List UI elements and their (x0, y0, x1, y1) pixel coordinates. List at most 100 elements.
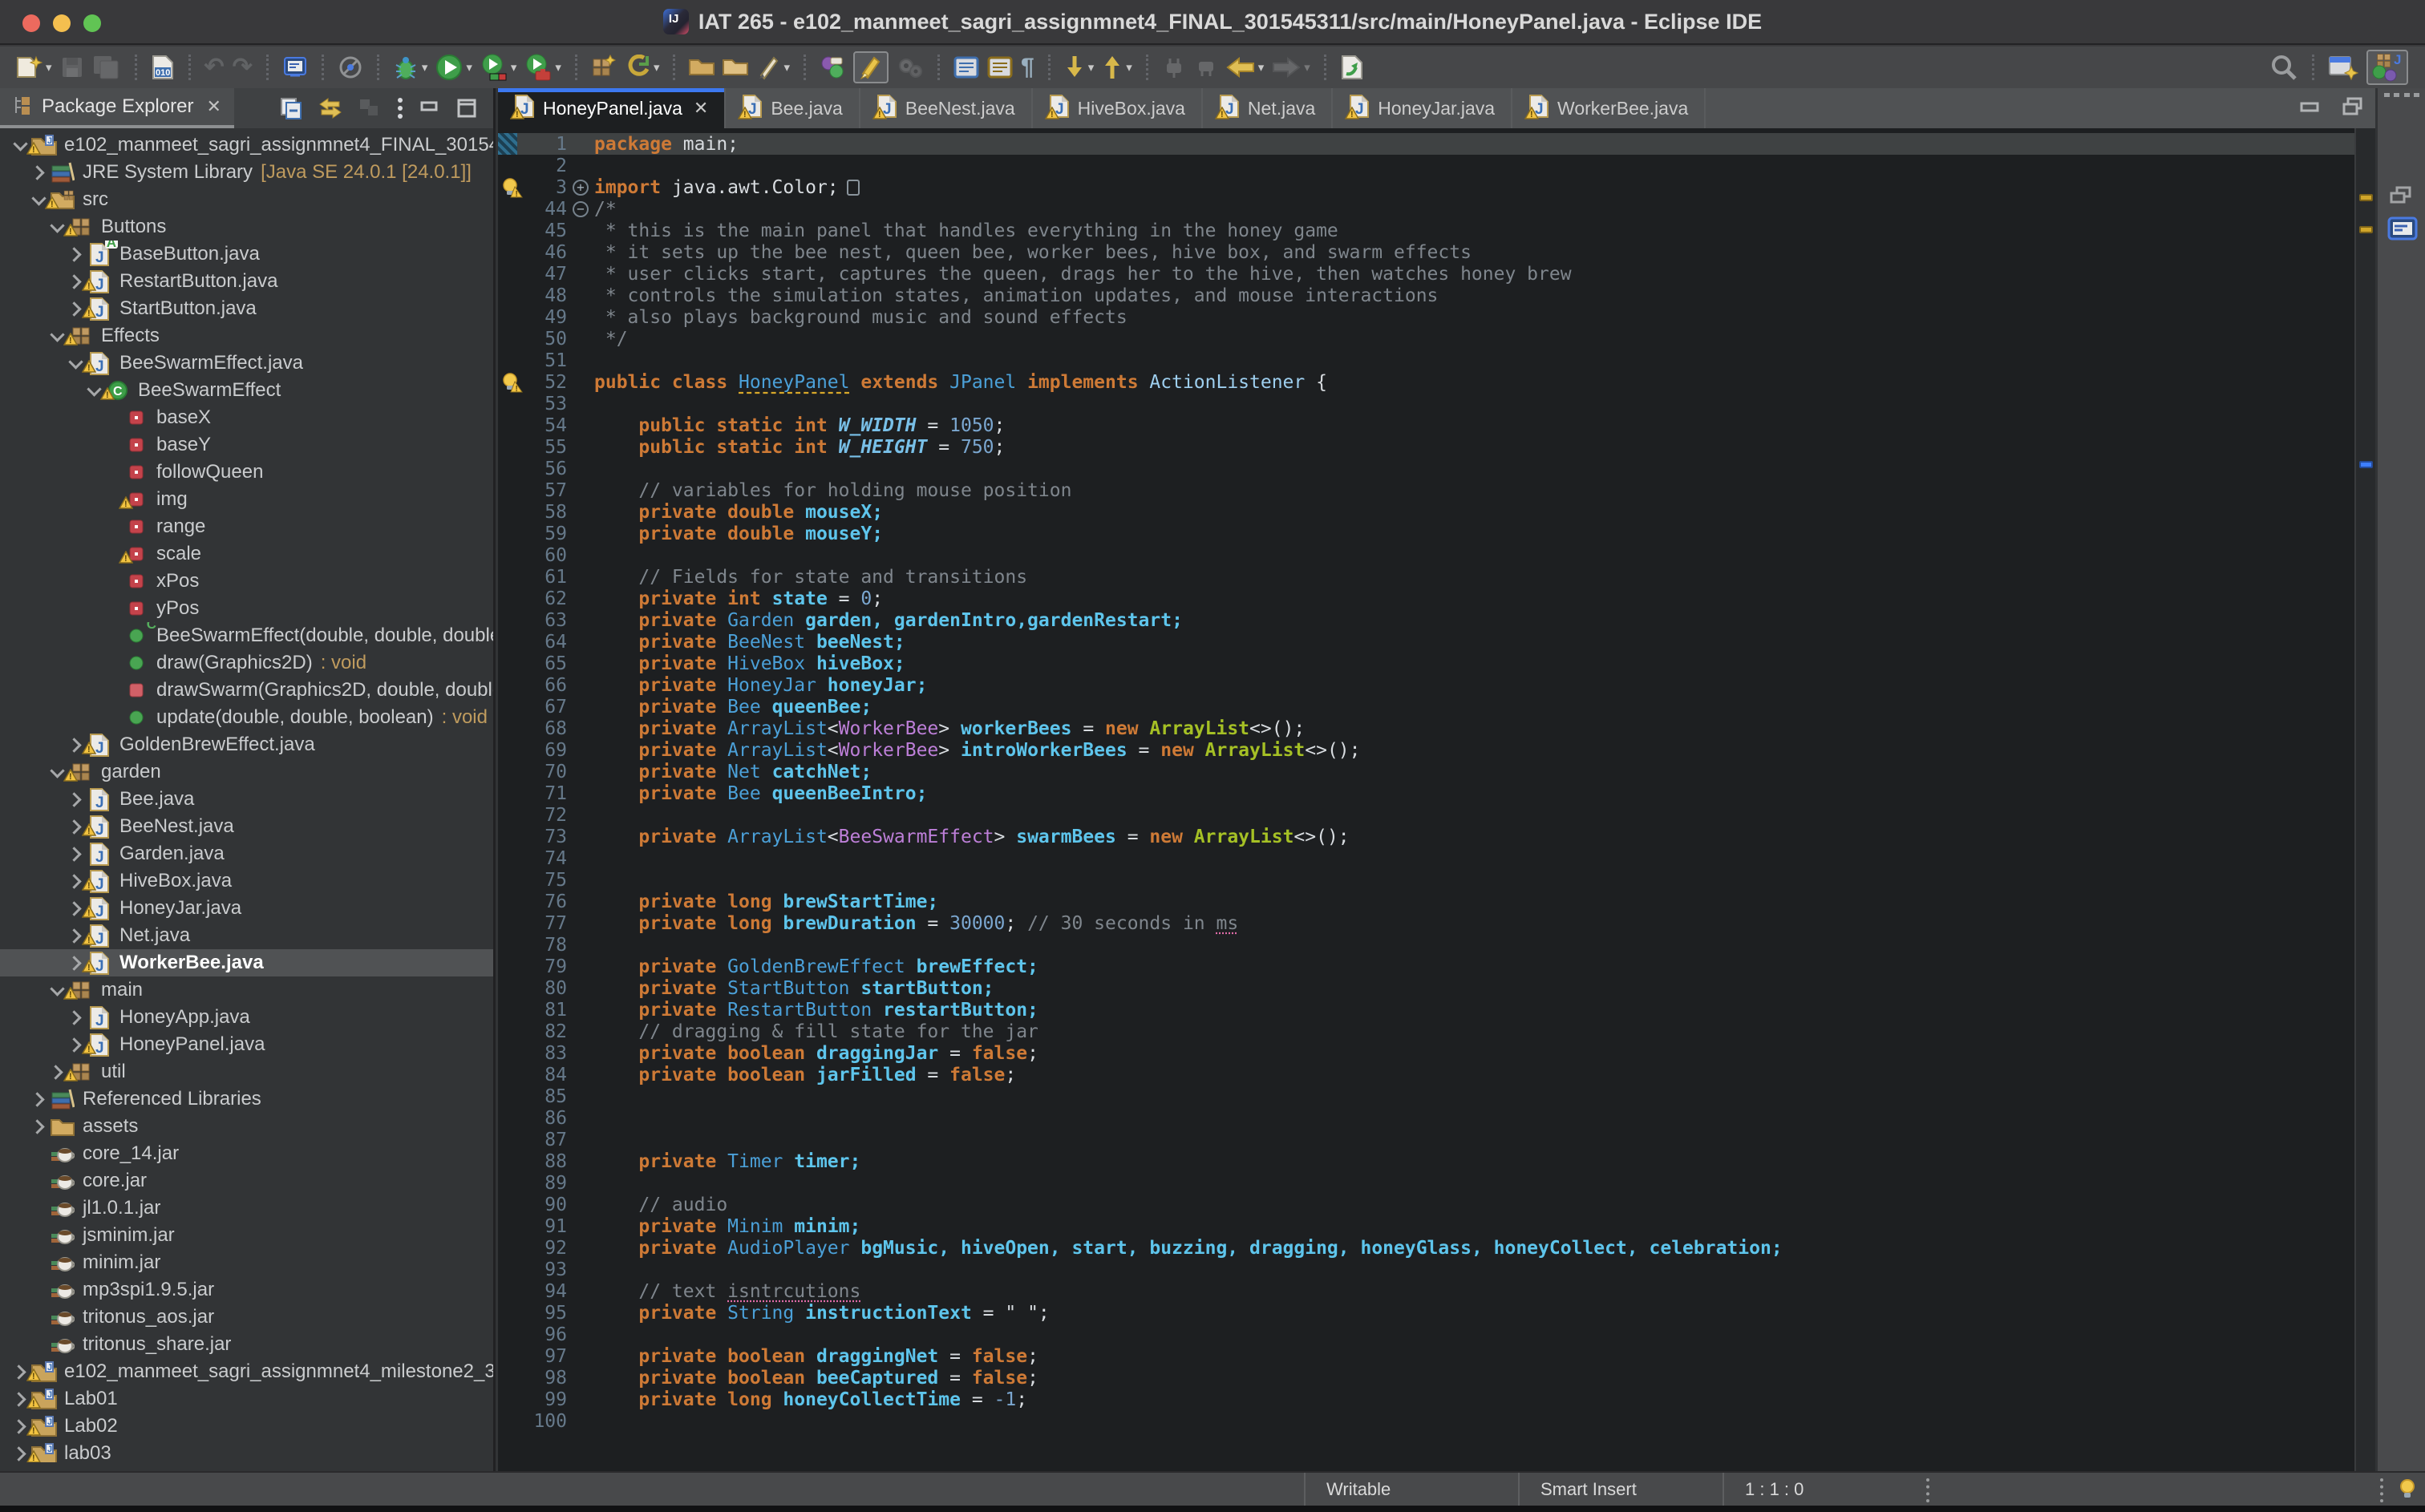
prev-annotation-icon[interactable]: ▾ (1102, 55, 1132, 80)
tree-item-basey[interactable]: baseY (0, 431, 493, 459)
folded-region-icon[interactable] (847, 180, 860, 196)
code-line-70[interactable]: 70 private Net catchNet; (498, 761, 2354, 782)
tree-item-net-java[interactable]: J!Net.java (0, 922, 493, 949)
restore-views-icon[interactable] (2387, 184, 2415, 212)
link-editor-icon[interactable] (317, 95, 344, 121)
overview-marker[interactable] (2359, 194, 2373, 201)
new-wizard-icon[interactable]: ▾ (15, 55, 52, 80)
binary-literals-icon[interactable]: 010 (151, 55, 175, 80)
editor-tab-honeyjar-java[interactable]: J!HoneyJar.java (1333, 88, 1512, 128)
code-line-96[interactable]: 96 (498, 1324, 2354, 1345)
traffic-zoom-button[interactable] (83, 14, 101, 32)
overview-marker[interactable] (2359, 226, 2373, 233)
quickfix-warning-icon[interactable]: ! (498, 371, 527, 393)
tree-item-tritonus-share-jar[interactable]: tritonus_share.jar (0, 1331, 493, 1358)
snippet-icon[interactable] (820, 55, 845, 80)
overview-marker[interactable] (2359, 461, 2373, 468)
open-type-icon[interactable] (689, 56, 715, 79)
tab-package-explorer[interactable]: Package Explorer ✕ (0, 88, 234, 128)
open-resource-icon[interactable] (723, 56, 748, 79)
java-perspective-icon[interactable]: J (2366, 50, 2408, 85)
minimize-icon[interactable] (418, 99, 442, 118)
new-package-icon[interactable] (591, 55, 617, 80)
tree-item-lab03[interactable]: J!lab03 (0, 1440, 493, 1462)
tree-item-main[interactable]: !main (0, 976, 493, 1004)
code-line-49[interactable]: 49 * also plays background music and sou… (498, 306, 2354, 328)
code-line-76[interactable]: 76 private long brewStartTime; (498, 891, 2354, 912)
code-line-50[interactable]: 50 */ (498, 328, 2354, 350)
code-line-62[interactable]: 62 private int state = 0; (498, 588, 2354, 609)
tree-item-effects[interactable]: !Effects (0, 322, 493, 350)
code-line-44[interactable]: 44−/* (498, 198, 2354, 220)
tree-item-beenest-java[interactable]: J!BeeNest.java (0, 813, 493, 840)
maximize-editor-icon[interactable] (2342, 97, 2364, 120)
tree-item-buttons[interactable]: !Buttons (0, 213, 493, 241)
code-line-48[interactable]: 48 * controls the simulation states, ani… (498, 285, 2354, 306)
tree-item-jsminim-jar[interactable]: jsminim.jar (0, 1222, 493, 1249)
code-line-47[interactable]: 47 * user clicks start, captures the que… (498, 263, 2354, 285)
code-line-81[interactable]: 81 private RestartButton restartButton; (498, 999, 2354, 1021)
tree-item-lab01[interactable]: J!Lab01 (0, 1385, 493, 1413)
code-line-65[interactable]: 65 private HiveBox hiveBox; (498, 653, 2354, 674)
code-line-51[interactable]: 51 (498, 350, 2354, 371)
code-line-67[interactable]: 67 private Bee queenBee; (498, 696, 2354, 718)
open-console-icon[interactable] (282, 55, 308, 79)
code-line-94[interactable]: 94 // text isntrcutions (498, 1280, 2354, 1302)
tree-item-basex[interactable]: baseX (0, 404, 493, 431)
tree-item-minim-jar[interactable]: minim.jar (0, 1249, 493, 1276)
code-line-61[interactable]: 61 // Fields for state and transitions (498, 566, 2354, 588)
code-line-59[interactable]: 59 private double mouseY; (498, 523, 2354, 544)
tree-item-draw-graphics2d-[interactable]: draw(Graphics2D): void (0, 649, 493, 677)
tree-item-jre-system-library[interactable]: JRE System Library[Java SE 24.0.1 [24.0.… (0, 159, 493, 186)
tree-item-jl1-0-1-jar[interactable]: jl1.0.1.jar (0, 1195, 493, 1222)
tree-item-honeyjar-java[interactable]: J!HoneyJar.java (0, 895, 493, 922)
code-line-3[interactable]: !3+import java.awt.Color; (498, 176, 2354, 198)
tree-item-scale[interactable]: !scale (0, 540, 493, 568)
code-line-57[interactable]: 57 // variables for holding mouse positi… (498, 479, 2354, 501)
trim-grip[interactable] (2384, 93, 2419, 97)
code-line-73[interactable]: 73 private ArrayList<BeeSwarmEffect> swa… (498, 826, 2354, 847)
view-menu-icon[interactable] (395, 96, 405, 120)
editor-tab-beenest-java[interactable]: J!BeeNest.java (860, 88, 1033, 128)
code-line-80[interactable]: 80 private StartButton startButton; (498, 977, 2354, 999)
coverage-icon[interactable]: ▾ (480, 54, 517, 81)
tree-item-referenced-libraries[interactable]: Referenced Libraries (0, 1085, 493, 1113)
code-line-82[interactable]: 82 // dragging & fill state for the jar (498, 1021, 2354, 1042)
profile-icon[interactable]: ▾ (524, 54, 561, 81)
status-hint-bulb-icon[interactable] (2396, 1478, 2419, 1506)
code-line-71[interactable]: 71 private Bee queenBeeIntro; (498, 782, 2354, 804)
code-line-58[interactable]: 58 private double mouseX; (498, 501, 2354, 523)
code-line-88[interactable]: 88 private Timer timer; (498, 1150, 2354, 1172)
tree-item-beeswarmeffect-java[interactable]: J!BeeSwarmEffect.java (0, 350, 493, 377)
tree-item-goldenbreweffect-java[interactable]: J!GoldenBrewEffect.java (0, 731, 493, 758)
open-perspective-icon[interactable] (2328, 54, 2358, 81)
tree-item-bee-java[interactable]: JBee.java (0, 786, 493, 813)
tree-item-mp3spi1-9-5-jar[interactable]: mp3spi1.9.5.jar (0, 1276, 493, 1304)
tree-item-garden-java[interactable]: JGarden.java (0, 840, 493, 867)
code-line-90[interactable]: 90 // audio (498, 1194, 2354, 1215)
close-tab-icon[interactable]: ✕ (694, 98, 708, 119)
back-icon[interactable]: ▾ (1226, 55, 1265, 79)
tree-item-lab02[interactable]: J!Lab02 (0, 1413, 493, 1440)
chevron-right-icon[interactable] (65, 1013, 86, 1023)
code-line-74[interactable]: 74 (498, 847, 2354, 869)
tree-item-hivebox-java[interactable]: J!HiveBox.java (0, 867, 493, 895)
console-b-icon[interactable] (987, 55, 1013, 79)
editor-tab-hivebox-java[interactable]: J!HiveBox.java (1033, 88, 1203, 128)
collapse-all-icon[interactable] (278, 96, 304, 120)
close-view-icon[interactable]: ✕ (206, 96, 221, 117)
chevron-right-icon[interactable] (65, 249, 86, 260)
maximize-icon[interactable] (455, 97, 479, 119)
editor-tab-bee-java[interactable]: J!Bee.java (726, 88, 860, 128)
console-a-icon[interactable] (953, 55, 979, 79)
code-line-68[interactable]: 68 private ArrayList<WorkerBee> workerBe… (498, 718, 2354, 739)
code-line-63[interactable]: 63 private Garden garden, gardenIntro,ga… (498, 609, 2354, 631)
chevron-right-icon[interactable] (65, 794, 86, 805)
code-line-45[interactable]: 45 * this is the main panel that handles… (498, 220, 2354, 241)
traffic-close-button[interactable] (22, 14, 40, 32)
tree-item-src[interactable]: !src (0, 186, 493, 213)
chevron-right-icon[interactable] (28, 1122, 49, 1132)
code-editor[interactable]: 1package main;2!3+import java.awt.Color;… (498, 128, 2354, 1471)
code-line-79[interactable]: 79 private GoldenBrewEffect brewEffect; (498, 956, 2354, 977)
code-line-86[interactable]: 86 (498, 1107, 2354, 1129)
